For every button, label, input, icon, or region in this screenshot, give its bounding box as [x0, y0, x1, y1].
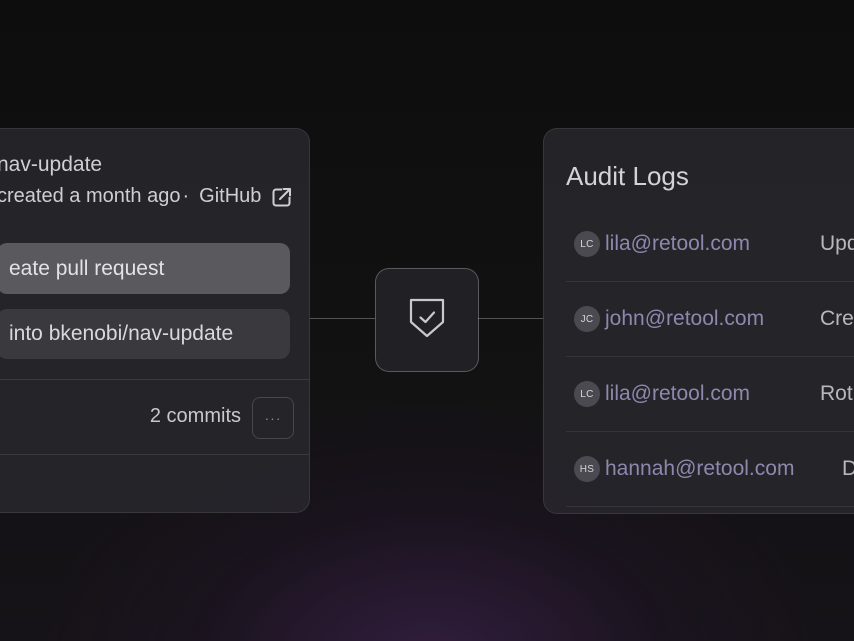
log-user-email[interactable]: john@retool.com	[605, 307, 764, 331]
divider	[0, 379, 309, 380]
more-options-button[interactable]: ···	[252, 397, 294, 439]
github-link[interactable]: GitHub	[199, 185, 261, 208]
avatar: HS	[574, 456, 600, 482]
log-user-email[interactable]: lila@retool.com	[605, 232, 750, 256]
log-row[interactable]: LC lila@retool.com Upd	[566, 207, 854, 282]
ellipsis-icon: ···	[264, 410, 282, 426]
avatar: LC	[574, 381, 600, 407]
shield-check-icon	[408, 296, 446, 345]
divider	[0, 454, 309, 455]
log-action: Del	[842, 457, 854, 481]
audit-logs-title: Audit Logs	[566, 161, 689, 191]
merge-into-branch-button[interactable]: into bkenobi/nav-update	[0, 309, 290, 359]
avatar: LC	[574, 231, 600, 257]
branch-meta-text: created a month ago	[0, 185, 181, 207]
avatar: JC	[574, 306, 600, 332]
meta-separator: ·	[182, 185, 190, 207]
branch-meta: created a month ago · GitHub	[0, 185, 293, 208]
branch-title: nav-update	[0, 153, 103, 176]
branch-card: nav-update created a month ago · GitHub …	[0, 128, 310, 513]
log-user-email[interactable]: hannah@retool.com	[605, 457, 794, 481]
connector-line-left	[310, 318, 376, 319]
commits-count: 2 commits	[149, 405, 241, 427]
log-action: Upd	[820, 232, 854, 255]
external-link-icon[interactable]	[271, 186, 293, 208]
log-action: Cre	[820, 307, 854, 330]
connector-line-right	[478, 318, 544, 319]
log-row[interactable]: JC john@retool.com Cre	[566, 282, 854, 357]
audit-logs-card: Audit Logs LC lila@retool.com Upd JC joh…	[543, 128, 854, 514]
create-pull-request-button[interactable]: eate pull request	[0, 243, 290, 294]
log-action: Rot	[820, 382, 853, 405]
shield-badge	[375, 268, 479, 372]
log-user-email[interactable]: lila@retool.com	[605, 382, 750, 406]
log-row[interactable]: HS hannah@retool.com Del	[566, 432, 854, 507]
log-row[interactable]: LC lila@retool.com Rot	[566, 357, 854, 432]
